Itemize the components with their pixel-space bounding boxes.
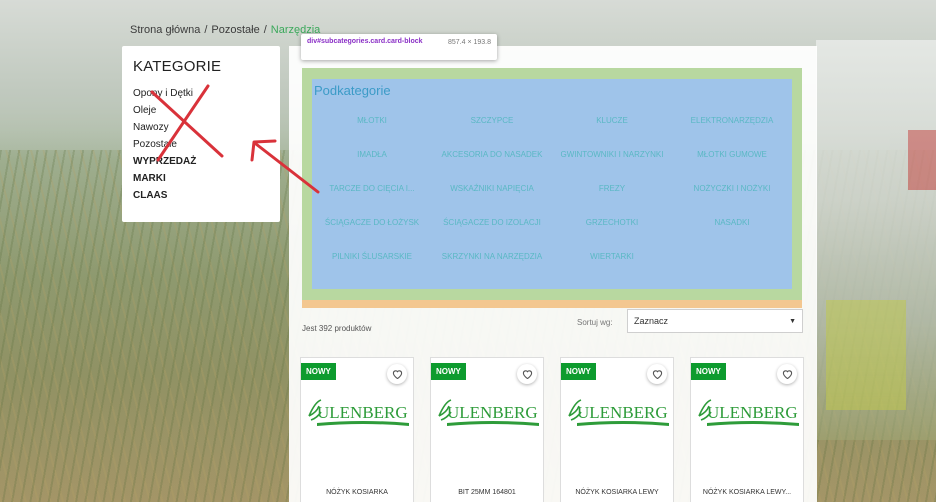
product-name[interactable]: NÓŻYK KOSIARKA LEWY... <box>691 488 803 497</box>
heart-icon[interactable] <box>777 364 797 384</box>
category-title: KATEGORIE <box>133 58 222 75</box>
ulenberg-logo: ULENBERG <box>308 399 409 426</box>
category-item[interactable]: Oleje <box>133 102 269 119</box>
svg-text:ULENBERG: ULENBERG <box>707 403 798 422</box>
category-item[interactable]: WYPRZEDAŻ <box>133 153 269 170</box>
background-harvester <box>816 40 936 440</box>
new-badge: NOWY <box>301 363 336 380</box>
subcategory-link[interactable]: NASADKI <box>672 214 792 248</box>
chevron-down-icon: ▼ <box>789 317 796 325</box>
subcategory-link[interactable]: NOŻYCZKI I NOŻYKI <box>672 180 792 214</box>
subcategory-link[interactable]: MŁOTKI <box>312 112 432 146</box>
subcategory-link[interactable]: FREZY <box>552 180 672 214</box>
product-card[interactable]: NOWY ULENBERG NÓŻYK KOSIARKA LEWY... <box>690 357 804 502</box>
heart-icon[interactable] <box>387 364 407 384</box>
subcategories-grid: MŁOTKI SZCZYPCE KLUCZE ELEKTRONARZĘDZIA … <box>312 112 792 282</box>
devtools-selector: div#subcategories.card.card-block <box>307 38 423 45</box>
subcategory-link[interactable]: AKCESORIA DO NASADEK <box>432 146 552 180</box>
product-card[interactable]: NOWY ULENBERG BIT 25MM 164801 <box>430 357 544 502</box>
subcategory-link[interactable]: WSKAŹNIKI NAPIĘCIA <box>432 180 552 214</box>
subcategory-link[interactable]: ŚCIĄGACZE DO IZOLACJI <box>432 214 552 248</box>
svg-text:ULENBERG: ULENBERG <box>447 403 538 422</box>
svg-text:ULENBERG: ULENBERG <box>317 403 408 422</box>
sort-select-value: Zaznacz <box>634 316 669 326</box>
svg-text:ULENBERG: ULENBERG <box>577 403 668 422</box>
subcategory-link[interactable]: SKRZYNKI NA NARZĘDZIA <box>432 248 552 282</box>
sort-select[interactable]: Zaznacz ▼ <box>627 309 803 333</box>
product-count: Jest 392 produktów <box>302 324 372 333</box>
subcategory-link[interactable]: GRZECHOTKI <box>552 214 672 248</box>
subcategory-link[interactable]: GWINTOWNIKI I NARZYNKI <box>552 146 672 180</box>
new-badge: NOWY <box>691 363 726 380</box>
product-name[interactable]: NÓŻYK KOSIARKA LEWY <box>561 488 673 497</box>
breadcrumb-parent[interactable]: Pozostałe <box>211 24 259 36</box>
category-sidebar: KATEGORIE Opony i Dętki Oleje Nawozy Poz… <box>122 46 280 222</box>
heart-icon[interactable] <box>647 364 667 384</box>
devtools-dimensions: 857.4 × 193.8 <box>447 39 491 46</box>
category-item[interactable]: CLAAS <box>133 187 269 204</box>
product-card[interactable]: NOWY ULENBERG NÓŻYK KOSIARKA LEWY <box>560 357 674 502</box>
product-card[interactable]: NOWY ULENBERG NÓŻYK KOSIARKA <box>300 357 414 502</box>
category-item[interactable]: Nawozy <box>133 119 269 136</box>
subcategories-content: Podkategorie MŁOTKI SZCZYPCE KLUCZE ELEK… <box>312 79 792 289</box>
subcategory-link[interactable]: TARCZE DO CIĘCIA I... <box>312 180 432 214</box>
ulenberg-logo: ULENBERG <box>438 399 539 426</box>
subcategory-link[interactable]: MŁOTKI GUMOWE <box>672 146 792 180</box>
new-badge: NOWY <box>431 363 466 380</box>
subcategory-link[interactable]: IMADŁA <box>312 146 432 180</box>
category-item[interactable]: Pozostałe <box>133 136 269 153</box>
subcategory-link[interactable]: ŚCIĄGACZE DO ŁOŻYSK <box>312 214 432 248</box>
category-item[interactable]: Opony i Dętki <box>133 85 269 102</box>
new-badge: NOWY <box>561 363 596 380</box>
subcategory-link[interactable]: PILNIKI ŚLUSARSKIE <box>312 248 432 282</box>
ulenberg-logo: ULENBERG <box>698 399 799 426</box>
subcategory-link[interactable]: WIERTARKI <box>552 248 672 282</box>
subcategory-link[interactable]: KLUCZE <box>552 112 672 146</box>
product-name[interactable]: NÓŻYK KOSIARKA <box>301 488 413 497</box>
breadcrumb: Strona główna / Pozostałe / Narzędzia <box>130 22 320 38</box>
ulenberg-logo: ULENBERG <box>568 399 669 426</box>
devtools-element-tooltip: div#subcategories.card.card-block 857.4 … <box>301 34 497 60</box>
subcategories-card: Podkategorie MŁOTKI SZCZYPCE KLUCZE ELEK… <box>302 68 802 308</box>
category-list: Opony i Dętki Oleje Nawozy Pozostałe WYP… <box>133 85 269 204</box>
subcategory-link[interactable]: ELEKTRONARZĘDZIA <box>672 112 792 146</box>
subcategory-link[interactable]: SZCZYPCE <box>432 112 552 146</box>
category-item[interactable]: MARKI <box>133 170 269 187</box>
breadcrumb-separator: / <box>204 24 208 36</box>
heart-icon[interactable] <box>517 364 537 384</box>
product-name[interactable]: BIT 25MM 164801 <box>431 488 543 497</box>
breadcrumb-home[interactable]: Strona główna <box>130 24 200 36</box>
breadcrumb-separator: / <box>263 24 267 36</box>
sort-label: Sortuj wg: <box>577 318 613 327</box>
subcategories-title: Podkategorie <box>314 83 391 98</box>
